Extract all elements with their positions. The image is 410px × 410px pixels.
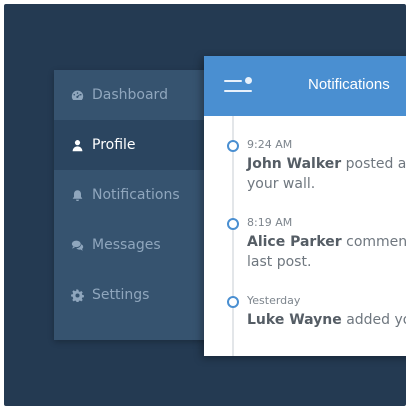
notification-time: 8:19 AM: [247, 216, 293, 229]
notification-text: added yo: [346, 312, 406, 328]
sidebar-item-messages[interactable]: Messages: [54, 220, 208, 270]
app-background: Dashboard Profile Notifications Messages…: [4, 4, 406, 406]
notification-item[interactable]: 9:24 AM John Walker posted a p your wall…: [204, 116, 406, 192]
notification-time: Yesterday: [247, 294, 301, 307]
sidebar-item-label: Settings: [92, 287, 150, 303]
sidebar-item-label: Dashboard: [92, 87, 168, 103]
sidebar-item-label: Profile: [92, 137, 136, 153]
sidebar-menu: Dashboard Profile Notifications Messages…: [54, 70, 208, 340]
notification-timeline: 9:24 AM John Walker posted a p your wall…: [204, 116, 406, 356]
bell-icon: [70, 188, 84, 202]
notification-message: John Walker posted a p your wall.: [247, 154, 406, 194]
notification-time: 9:24 AM: [247, 138, 293, 151]
comments-icon: [70, 238, 84, 252]
sidebar-item-profile[interactable]: Profile: [54, 120, 208, 170]
notification-text-continued: your wall.: [247, 176, 316, 192]
sidebar-item-dashboard[interactable]: Dashboard: [54, 70, 208, 120]
panel-title: Notifications: [308, 76, 390, 93]
sidebar-item-settings[interactable]: Settings: [54, 270, 208, 320]
sidebar-item-notifications[interactable]: Notifications: [54, 170, 208, 220]
notification-author[interactable]: Luke Wayne: [247, 312, 342, 328]
notification-text-continued: last post.: [247, 254, 312, 270]
sidebar-item-label: Notifications: [92, 187, 180, 203]
notification-text: comment: [346, 234, 406, 250]
notification-message: Alice Parker comment last post.: [247, 232, 406, 272]
notification-item[interactable]: 8:19 AM Alice Parker comment last post.: [204, 194, 406, 270]
gear-icon: [70, 288, 84, 302]
user-icon: [70, 138, 84, 152]
menu-icon[interactable]: [224, 76, 254, 96]
notification-text: posted a p: [345, 156, 406, 172]
sidebar-item-label: Messages: [92, 237, 161, 253]
notification-author[interactable]: Alice Parker: [247, 234, 342, 250]
timeline-marker: [227, 140, 239, 152]
timeline-marker: [227, 296, 239, 308]
notification-message: Luke Wayne added yo: [247, 310, 406, 330]
dashboard-icon: [70, 88, 84, 102]
timeline-marker: [227, 218, 239, 230]
notification-author[interactable]: John Walker: [247, 156, 341, 172]
panel-header: Notifications: [204, 56, 406, 116]
notifications-panel: Notifications 9:24 AM John Walker posted…: [204, 56, 406, 356]
notification-item[interactable]: Yesterday Luke Wayne added yo: [204, 272, 406, 342]
